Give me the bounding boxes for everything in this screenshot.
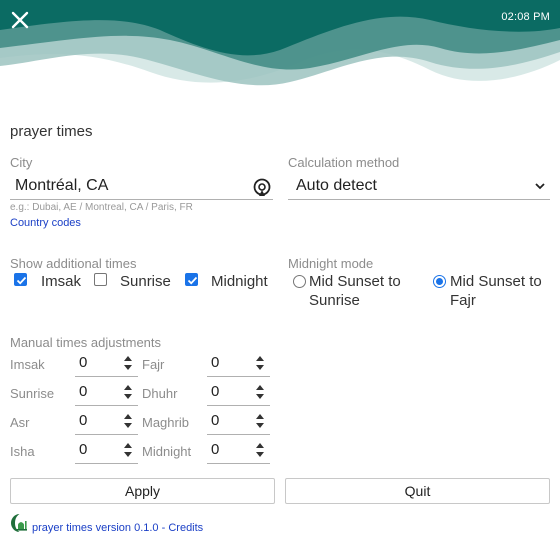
adjust-input-dhuhr[interactable]: 0 — [207, 379, 270, 406]
checkmark-icon — [187, 276, 198, 285]
calculation-method-select[interactable]: Auto detect — [288, 172, 550, 200]
spinner-arrows-icon[interactable] — [256, 442, 264, 458]
adjust-value: 0 — [211, 412, 220, 429]
apply-button[interactable]: Apply — [10, 478, 275, 504]
spinner-arrows-icon[interactable] — [124, 355, 132, 371]
midnight-checkbox-label: Midnight — [211, 273, 268, 290]
adjust-value: 0 — [79, 412, 88, 429]
version-link[interactable]: prayer times version 0.1.0 — [32, 522, 159, 534]
chevron-down-icon — [535, 183, 545, 190]
manual-adjustments-label: Manual times adjustments — [10, 335, 162, 350]
sunrise-checkbox[interactable] — [94, 273, 107, 286]
adjust-label-midnight: Midnight — [142, 444, 192, 459]
spinner-arrows-icon[interactable] — [124, 413, 132, 429]
spinner-arrows-icon[interactable] — [256, 413, 264, 429]
mid-sunset-fajr-radio[interactable] — [433, 275, 446, 288]
footer-separator: - — [158, 522, 169, 534]
close-icon — [11, 11, 29, 29]
adjust-label-maghrib: Maghrib — [142, 415, 189, 430]
credits-link[interactable]: Credits — [168, 522, 203, 534]
city-hint: e.g.: Dubai, AE / Montreal, CA / Paris, … — [10, 202, 193, 213]
midnight-mode-label: Midnight mode — [288, 256, 374, 271]
imsak-checkbox-label: Imsak — [41, 273, 82, 290]
adjust-label-imsak: Imsak — [10, 357, 45, 372]
adjust-input-maghrib[interactable]: 0 — [207, 408, 270, 435]
adjust-label-asr: Asr — [10, 415, 30, 430]
adjust-value: 0 — [211, 383, 220, 400]
calculation-method-label: Calculation method — [288, 155, 400, 170]
location-icon — [253, 178, 271, 196]
spinner-arrows-icon[interactable] — [256, 355, 264, 371]
checkmark-icon — [16, 276, 27, 285]
close-button[interactable] — [10, 10, 30, 30]
adjust-value: 0 — [79, 441, 88, 458]
adjust-input-sunrise[interactable]: 0 — [75, 379, 138, 406]
city-label: City — [10, 155, 33, 170]
mid-sunset-sunrise-label: Mid Sunset to Sunrise — [309, 273, 401, 309]
adjust-value: 0 — [211, 354, 220, 371]
mosque-logo-icon — [11, 514, 27, 532]
additional-times-label: Show additional times — [10, 256, 137, 271]
midnight-checkbox[interactable] — [185, 273, 198, 286]
adjust-input-fajr[interactable]: 0 — [207, 350, 270, 377]
adjust-label-sunrise: Sunrise — [10, 386, 55, 401]
locate-button[interactable] — [251, 177, 273, 199]
adjust-value: 0 — [211, 441, 220, 458]
adjust-label-dhuhr: Dhuhr — [142, 386, 178, 401]
mid-sunset-fajr-label: Mid Sunset to Fajr — [450, 273, 542, 309]
adjust-value: 0 — [79, 354, 88, 371]
calculation-method-value: Auto detect — [296, 177, 377, 194]
adjust-input-asr[interactable]: 0 — [75, 408, 138, 435]
adjust-value: 0 — [79, 383, 88, 400]
clock-time: 02:08 PM — [501, 11, 550, 23]
adjust-input-isha[interactable]: 0 — [75, 437, 138, 464]
mid-sunset-sunrise-radio[interactable] — [293, 275, 306, 288]
header-banner: 02:08 PM — [0, 0, 560, 105]
adjust-input-imsak[interactable]: 0 — [75, 350, 138, 377]
adjust-input-midnight[interactable]: 0 — [207, 437, 270, 464]
app-title: prayer times — [10, 123, 93, 140]
city-input[interactable] — [10, 172, 273, 200]
adjust-label-fajr: Fajr — [142, 357, 165, 372]
sunrise-checkbox-label: Sunrise — [120, 273, 171, 290]
spinner-arrows-icon[interactable] — [124, 384, 132, 400]
imsak-checkbox[interactable] — [14, 273, 27, 286]
quit-button[interactable]: Quit — [285, 478, 550, 504]
wave-background — [0, 0, 560, 86]
footer-text: prayer times version 0.1.0 - Credits — [32, 522, 203, 534]
spinner-arrows-icon[interactable] — [256, 384, 264, 400]
adjust-label-isha: Isha — [10, 444, 35, 459]
country-codes-link[interactable]: Country codes — [10, 217, 81, 229]
spinner-arrows-icon[interactable] — [124, 442, 132, 458]
